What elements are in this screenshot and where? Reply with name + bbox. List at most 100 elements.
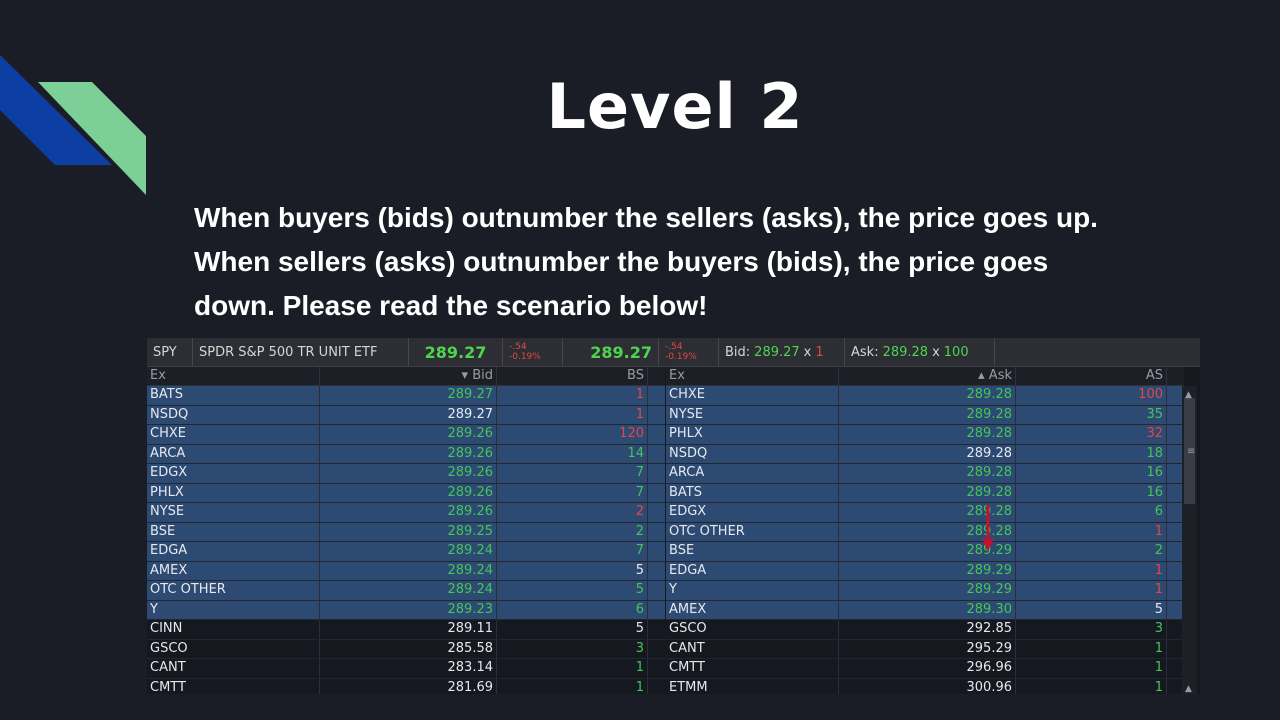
book-row[interactable]: ARCA 289.26 14 <box>147 444 665 464</box>
price-cell: 289.26 <box>320 503 497 522</box>
size-cell: 1 <box>1016 639 1167 658</box>
size-cell: 7 <box>497 542 648 561</box>
price-cell: 289.28 <box>839 386 1016 405</box>
book-row[interactable]: EDGA 289.24 7 <box>147 542 665 562</box>
price-cell: 289.28 <box>839 483 1016 502</box>
book-row[interactable]: ARCA 289.28 16 <box>666 464 1184 484</box>
book-row[interactable]: EDGX 289.26 7 <box>147 464 665 484</box>
col-ask-size[interactable]: AS <box>1016 367 1167 385</box>
change-percent: -0.19% <box>509 352 541 362</box>
book-row[interactable]: BATS 289.28 16 <box>666 483 1184 503</box>
col-ask[interactable]: ▴ Ask <box>839 367 1016 385</box>
exchange-cell: PHLX <box>147 483 320 502</box>
ask-column-headers: Ex ▴ Ask AS <box>666 367 1184 386</box>
book-row[interactable]: CMTT 281.69 1 <box>147 678 665 694</box>
size-cell: 7 <box>497 483 648 502</box>
book-row[interactable]: NYSE 289.26 2 <box>147 503 665 523</box>
price-cell: 289.25 <box>320 522 497 541</box>
book-row[interactable]: CHXE 289.26 120 <box>147 425 665 445</box>
scrollbar[interactable] <box>1182 386 1197 694</box>
bid-column-headers: Ex ▾ Bid BS <box>147 367 665 386</box>
size-cell: 5 <box>1016 600 1167 619</box>
book-row[interactable]: BATS 289.27 1 <box>147 386 665 406</box>
book-row[interactable]: BSE 289.25 2 <box>147 522 665 542</box>
size-cell: 35 <box>1016 405 1167 424</box>
book-row[interactable]: GSCO 292.85 3 <box>666 620 1184 640</box>
book-row[interactable]: PHLX 289.28 32 <box>666 425 1184 445</box>
exchange-cell: ARCA <box>147 444 320 463</box>
change-value: -.54 <box>665 342 683 352</box>
exchange-cell: CINN <box>147 620 320 639</box>
bid-price: 289.27 <box>754 344 800 360</box>
book-row[interactable]: AMEX 289.24 5 <box>147 561 665 581</box>
exchange-cell: CMTT <box>147 678 320 694</box>
body-line: down. Please read the scenario below! <box>194 290 708 321</box>
price-cell: 289.23 <box>320 600 497 619</box>
size-cell: 7 <box>497 464 648 483</box>
book-row[interactable]: NSDQ 289.28 18 <box>666 444 1184 464</box>
col-exchange[interactable]: Ex <box>147 367 320 385</box>
book-row[interactable]: PHLX 289.26 7 <box>147 483 665 503</box>
price-cell: 289.26 <box>320 444 497 463</box>
body-line: When buyers (bids) outnumber the sellers… <box>194 202 1098 233</box>
bid-x: x <box>803 344 812 360</box>
price-cell: 296.96 <box>839 659 1016 678</box>
exchange-cell: EDGX <box>666 503 839 522</box>
book-row[interactable]: EDGX289.286 <box>666 503 1184 523</box>
net-change: -.54 -0.19% <box>503 338 563 366</box>
exchange-cell: BSE <box>147 522 320 541</box>
size-cell: 16 <box>1016 464 1167 483</box>
col-bid-size[interactable]: BS <box>497 367 648 385</box>
red-arrow-annotation <box>982 505 994 551</box>
size-cell: 1 <box>497 678 648 694</box>
price-cell: 289.11 <box>320 620 497 639</box>
exchange-cell: AMEX <box>666 600 839 619</box>
exchange-cell: PHLX <box>666 425 839 444</box>
book-row[interactable]: OTC OTHER 289.24 5 <box>147 581 665 601</box>
price-cell: 289.28 <box>839 405 1016 424</box>
size-cell: 1 <box>1016 522 1167 541</box>
book-row[interactable]: EDGA 289.29 1 <box>666 561 1184 581</box>
price-cell: 289.27 <box>320 386 497 405</box>
size-cell: 6 <box>1016 503 1167 522</box>
book-row[interactable]: Y 289.23 6 <box>147 600 665 620</box>
book-row[interactable]: NYSE 289.28 35 <box>666 405 1184 425</box>
size-cell: 5 <box>497 620 648 639</box>
size-cell: 5 <box>497 561 648 580</box>
exchange-cell: CANT <box>147 659 320 678</box>
bid-rows: BATS 289.27 1 NSDQ 289.27 1 CHXE 289.26 120 ARCA 2… <box>147 386 665 694</box>
book-row[interactable]: CANT 283.14 1 <box>147 659 665 679</box>
price-cell: 289.26 <box>320 425 497 444</box>
exchange-cell: GSCO <box>666 620 839 639</box>
exchange-cell: OTC OTHER <box>147 581 320 600</box>
col-ask-label: Ask <box>988 368 1012 383</box>
scroll-up-icon[interactable]: ▲ <box>1185 390 1192 400</box>
price-cell: 289.24 <box>320 561 497 580</box>
col-exchange[interactable]: Ex <box>666 367 839 385</box>
bid-label: Bid: <box>725 344 751 360</box>
book-row[interactable]: CINN 289.11 5 <box>147 620 665 640</box>
grip-icon: ≡ <box>1187 446 1196 457</box>
book-row[interactable]: Y 289.29 1 <box>666 581 1184 601</box>
book-row[interactable]: BSE 289.29 2 <box>666 542 1184 562</box>
price-cell: 289.24 <box>320 581 497 600</box>
book-row[interactable]: CHXE 289.28 100 <box>666 386 1184 406</box>
book-row[interactable]: OTC OTHER289.281 <box>666 522 1184 542</box>
book-row[interactable]: ETMM 300.96 1 <box>666 678 1184 694</box>
symbol[interactable]: SPY <box>147 338 193 366</box>
last-price: 289.27 <box>409 338 503 366</box>
size-cell: 1 <box>1016 561 1167 580</box>
book-row[interactable]: CMTT 296.96 1 <box>666 659 1184 679</box>
exchange-cell: NSDQ <box>666 444 839 463</box>
book-row[interactable]: CANT 295.29 1 <box>666 639 1184 659</box>
exchange-cell: ETMM <box>666 678 839 694</box>
slide-body: When buyers (bids) outnumber the sellers… <box>194 196 1174 328</box>
book-row[interactable]: GSCO 285.58 3 <box>147 639 665 659</box>
price-cell: 295.29 <box>839 639 1016 658</box>
scroll-down-icon[interactable]: ▲ <box>1185 684 1192 694</box>
col-bid[interactable]: ▾ Bid <box>320 367 497 385</box>
book-row[interactable]: NSDQ 289.27 1 <box>147 405 665 425</box>
col-bid-label: Bid <box>472 368 493 383</box>
size-cell: 1 <box>497 405 648 424</box>
book-row[interactable]: AMEX 289.30 5 <box>666 600 1184 620</box>
